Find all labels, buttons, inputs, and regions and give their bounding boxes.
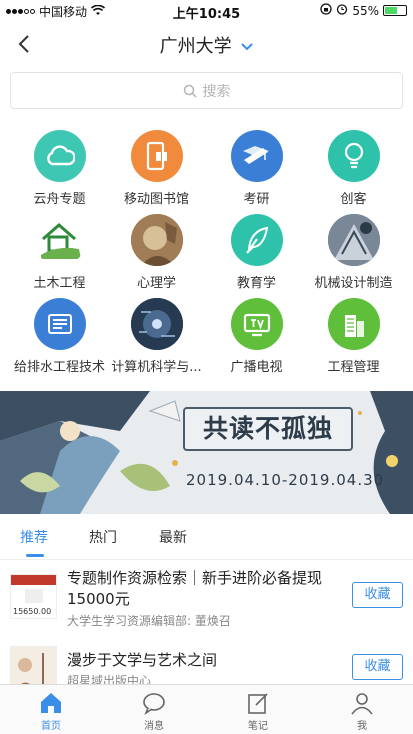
psychology-image-icon [130, 214, 183, 266]
lock-rotation-icon [320, 3, 332, 18]
cloud-icon [33, 130, 86, 182]
lightbulb-icon [327, 130, 380, 182]
search-input[interactable]: 搜索 [10, 72, 403, 109]
category-label: 心理学 [136, 276, 176, 291]
category-item[interactable]: 工程管理 [302, 298, 405, 380]
tab-label: 笔记 [248, 721, 268, 732]
category-label: 计算机科学与... [111, 360, 202, 375]
house-hand-icon [33, 214, 86, 266]
nav-bar: 广州大学 [0, 22, 413, 66]
tab-label: 我 [357, 721, 367, 732]
status-right: 55% [320, 3, 407, 18]
feather-icon [230, 214, 283, 266]
item-subtitle: 大学生学习资源编辑部: 董焕召 [67, 614, 231, 628]
battery-icon [383, 5, 407, 16]
bottom-tab-bar: 首页 消息 笔记 我 [0, 684, 413, 734]
category-label: 工程管理 [327, 360, 380, 375]
category-item[interactable]: 土木工程 [8, 214, 111, 296]
status-bar: 中国移动 上午10:45 55% [0, 0, 413, 22]
app-screen: 中国移动 上午10:45 55% 广州大学 搜索 云舟专题 移动图书馆 考研 创… [0, 0, 413, 734]
tab-messages[interactable]: 消息 [114, 689, 194, 732]
item-thumbnail: 15650.00 [10, 574, 57, 619]
tab-latest[interactable]: 最新 [159, 527, 187, 547]
category-label: 广播电视 [230, 360, 283, 375]
school-selector[interactable]: 广州大学 [0, 32, 413, 58]
tab-label: 首页 [41, 721, 61, 732]
promo-banner[interactable]: 共读不孤独 2019.04.10-2019.04.30 [0, 391, 413, 514]
list-item[interactable]: 漫步于文学与艺术之间 超星域出版中心 收藏 [0, 642, 413, 691]
category-item[interactable]: 教育学 [205, 214, 308, 296]
chevron-down-icon [238, 40, 254, 54]
banner-date: 2019.04.10-2019.04.30 [186, 471, 385, 489]
person-icon [322, 689, 402, 717]
category-label: 考研 [243, 192, 270, 207]
category-item[interactable]: 移动图书馆 [105, 130, 208, 212]
item-title: 专题制作资源检索｜新手进阶必备提现15000元 [67, 569, 323, 608]
category-item[interactable]: 广播电视 [205, 298, 308, 380]
category-label: 云舟专题 [33, 192, 86, 207]
thumb-amount: 15650.00 [13, 607, 52, 616]
note-icon [218, 689, 298, 717]
item-title: 漫步于文学与艺术之间 [67, 651, 218, 669]
category-label: 土木工程 [33, 276, 86, 291]
active-tab-indicator [26, 554, 44, 557]
graduation-icon [230, 130, 283, 182]
newspaper-icon [33, 298, 86, 350]
battery-percent: 55% [352, 3, 379, 18]
search-icon [183, 84, 197, 98]
category-label: 创客 [340, 192, 367, 207]
tab-label: 消息 [144, 721, 164, 732]
favorite-button[interactable]: 收藏 [352, 654, 403, 680]
category-item[interactable]: 计算机科学与... [105, 298, 208, 380]
feed-tabs: 推荐 热门 最新 [0, 520, 413, 560]
category-item[interactable]: 给排水工程技术 [8, 298, 111, 380]
tab-home[interactable]: 首页 [11, 689, 91, 732]
category-item[interactable]: 考研 [205, 130, 308, 212]
machine-image-icon [327, 214, 380, 266]
category-item[interactable]: 心理学 [105, 214, 208, 296]
page-title: 广州大学 [159, 36, 232, 57]
search-placeholder: 搜索 [202, 83, 231, 100]
category-label: 教育学 [236, 276, 276, 291]
tab-hot[interactable]: 热门 [89, 527, 117, 547]
home-icon [11, 689, 91, 717]
building-icon [327, 298, 380, 350]
category-item[interactable]: 云舟专题 [8, 130, 111, 212]
tab-notes[interactable]: 笔记 [218, 689, 298, 732]
favorite-button[interactable]: 收藏 [352, 582, 403, 608]
tab-me[interactable]: 我 [322, 689, 402, 732]
category-item[interactable]: 创客 [302, 130, 405, 212]
category-label: 给排水工程技术 [13, 360, 105, 375]
banner-title: 共读不孤独 [183, 407, 353, 451]
tv-icon [230, 298, 283, 350]
computer-image-icon [130, 298, 183, 350]
mobile-book-icon [130, 130, 183, 182]
category-label: 移动图书馆 [123, 192, 189, 207]
category-item[interactable]: 机械设计制造 [302, 214, 405, 296]
alarm-icon [336, 3, 348, 18]
message-icon [114, 689, 194, 717]
list-item[interactable]: 15650.00 专题制作资源检索｜新手进阶必备提现15000元 大学生学习资源… [0, 566, 413, 634]
tab-recommend[interactable]: 推荐 [20, 527, 48, 547]
category-label: 机械设计制造 [314, 276, 393, 291]
